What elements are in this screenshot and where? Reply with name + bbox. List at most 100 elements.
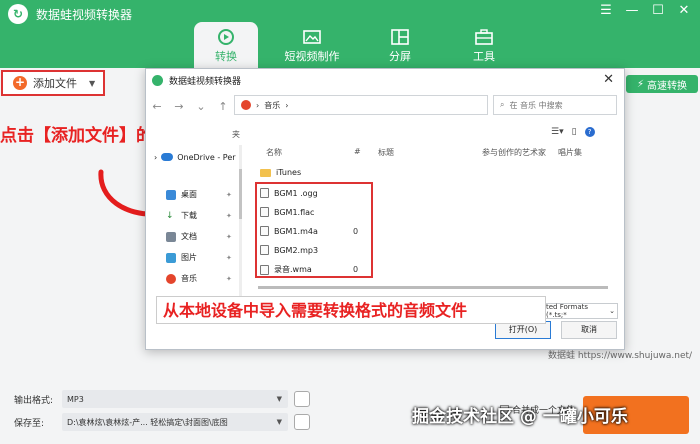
music-icon <box>166 273 176 284</box>
document-icon <box>166 231 176 242</box>
tab-split-screen[interactable]: 分屏 <box>358 22 442 68</box>
address-bar[interactable]: › 音乐 › <box>234 95 488 115</box>
sidebar-item-desktop[interactable]: 桌面 ✦ <box>166 189 236 200</box>
app-header: ↻ 数据蛙视频转换器 ☰ — ☐ ✕ 转换 短视频制作 分屏 工具 <box>0 0 700 68</box>
split-icon <box>391 29 409 45</box>
save-to-label: 保存至: <box>14 419 45 429</box>
folder-name: iTunes <box>276 168 302 177</box>
sidebar-label: OneDrive - Per <box>177 152 236 162</box>
file-type-select[interactable]: ted Formats (*.ts;* ⌄ <box>542 303 618 319</box>
folder-item[interactable]: iTunes <box>260 168 301 177</box>
sidebar-item-pictures[interactable]: 图片 ✦ <box>166 252 236 263</box>
horizontal-scrollbar[interactable] <box>258 286 608 289</box>
picture-icon <box>166 252 176 263</box>
column-artist[interactable]: 参与创作的艺术家 <box>482 147 546 158</box>
sidebar-label: 音乐 <box>181 274 197 283</box>
search-input[interactable]: ⌕ 在 音乐 中搜索 <box>493 95 617 115</box>
search-placeholder: 在 音乐 中搜索 <box>509 100 563 110</box>
tab-convert[interactable]: 转换 <box>194 22 258 68</box>
column-title[interactable]: 标题 <box>378 147 394 158</box>
sidebar-item-music[interactable]: 音乐 ✦ <box>166 273 236 284</box>
tab-short-video[interactable]: 短视频制作 <box>266 22 358 68</box>
output-format-select[interactable]: MP3 ▼ <box>62 390 288 408</box>
add-file-button[interactable]: + 添加文件 ▼ <box>1 70 105 96</box>
chevron-down-icon: ▼ <box>276 395 282 403</box>
dialog-titlebar: 数据蛙视频转换器 <box>146 69 624 91</box>
chevron-down-icon[interactable]: ▼ <box>89 79 95 88</box>
sidebar-item-onedrive[interactable]: › OneDrive - Per <box>146 149 238 165</box>
dialog-title: 数据蛙视频转换器 <box>169 76 242 87</box>
annotation-banner: 从本地设备中导入需要转换格式的音频文件 <box>156 296 546 324</box>
column-album[interactable]: 唱片集 <box>558 147 582 158</box>
up-arrow-icon[interactable]: ↑ <box>212 100 234 113</box>
folder-open-icon[interactable] <box>294 414 310 430</box>
pin-icon: ✦ <box>226 253 232 262</box>
cancel-button[interactable]: 取消 <box>561 321 617 339</box>
add-file-label: 添加文件 <box>33 77 77 90</box>
download-icon: ↓ <box>166 210 174 221</box>
app-title: 数据蛙视频转换器 <box>36 8 133 22</box>
plus-icon: + <box>13 75 27 90</box>
chevron-down-icon: ⌄ <box>609 307 615 315</box>
sidebar-label: 下载 <box>181 211 197 220</box>
pin-icon: ✦ <box>226 274 232 283</box>
close-icon[interactable]: ✕ <box>603 72 614 87</box>
pin-icon: ✦ <box>226 211 232 220</box>
tab-tools[interactable]: 工具 <box>442 22 526 68</box>
search-icon: ⌕ <box>500 100 505 109</box>
column-name[interactable]: 名称 <box>266 147 282 158</box>
watermark-text: 掘金技术社区 @ 一罐小可乐 <box>412 407 628 427</box>
close-icon[interactable]: ✕ <box>676 3 692 18</box>
sidebar-item-documents[interactable]: 文档 ✦ <box>166 231 236 242</box>
chevron-down-icon: ▼ <box>276 418 282 426</box>
app-logo-icon <box>152 74 163 86</box>
pin-icon: ✦ <box>226 190 232 199</box>
sidebar-label: 桌面 <box>181 190 197 199</box>
chevron-down-icon[interactable]: ⌄ <box>190 100 212 113</box>
sidebar-scroll-thumb[interactable] <box>239 169 242 219</box>
toolbox-icon <box>475 29 493 45</box>
app-logo-icon: ↻ <box>8 4 28 24</box>
nav-sidebar: › OneDrive - Per 桌面 ✦ ↓ 下载 ✦ 文档 ✦ 图片 ✦ 音… <box>146 145 238 315</box>
save-path-value: D:\袁林炫\袁林炫-产... 轻松搞定\封面图\底图 <box>67 417 228 427</box>
highlight-box <box>255 182 373 278</box>
help-icon[interactable]: ? <box>584 127 595 137</box>
music-icon <box>241 100 251 110</box>
tab-label: 转换 <box>215 50 237 63</box>
window-controls: ☰ — ☐ ✕ <box>598 3 692 18</box>
preview-pane-icon[interactable]: ▯ <box>572 127 577 137</box>
forward-arrow-icon[interactable]: → <box>168 100 190 113</box>
tab-label: 工具 <box>473 50 495 63</box>
fast-convert-button[interactable]: ⚡ 高速转换 <box>626 75 698 93</box>
sidebar-label: 图片 <box>181 253 197 262</box>
tab-label: 短视频制作 <box>284 50 340 63</box>
dialog-nav-bar: ← → ⌄ ↑ › 音乐 › ⌕ 在 音乐 中搜索 <box>146 95 626 117</box>
sidebar-item-downloads[interactable]: ↓ 下载 ✦ <box>166 210 236 221</box>
path-music: 音乐 <box>264 100 281 110</box>
chevron-right-icon: › <box>256 100 260 110</box>
pin-icon: ✦ <box>226 232 232 241</box>
chevron-right-icon: › <box>154 152 158 162</box>
watermark-site: 数据蛙 https://www.shujuwa.net/ <box>548 351 693 361</box>
lightning-icon: ⚡ <box>636 78 645 90</box>
tab-label: 分屏 <box>389 50 411 63</box>
view-tools: ☰▾ ▯ ? <box>551 127 595 137</box>
maximize-icon[interactable]: ☐ <box>650 3 666 18</box>
back-arrow-icon[interactable]: ← <box>146 100 168 113</box>
save-path-select[interactable]: D:\袁林炫\袁林炫-产... 轻松搞定\封面图\底图 ▼ <box>62 413 288 431</box>
output-format-label: 输出格式: <box>14 396 54 406</box>
sidebar-partial-label: 夹 <box>232 130 240 139</box>
image-icon <box>303 30 321 44</box>
settings-icon[interactable] <box>294 391 310 407</box>
folder-icon <box>260 168 271 177</box>
cloud-icon <box>161 153 174 161</box>
convert-icon <box>218 29 234 45</box>
menu-icon[interactable]: ☰ <box>598 3 614 18</box>
view-list-icon[interactable]: ☰▾ <box>551 127 564 137</box>
main-tabs: 转换 短视频制作 分屏 工具 <box>194 22 526 68</box>
output-format-value: MP3 <box>67 394 84 404</box>
column-number[interactable]: # <box>354 147 361 156</box>
chevron-right-icon: › <box>285 100 289 110</box>
file-type-value: ted Formats (*.ts;* <box>546 303 589 319</box>
minimize-icon[interactable]: — <box>624 3 640 18</box>
